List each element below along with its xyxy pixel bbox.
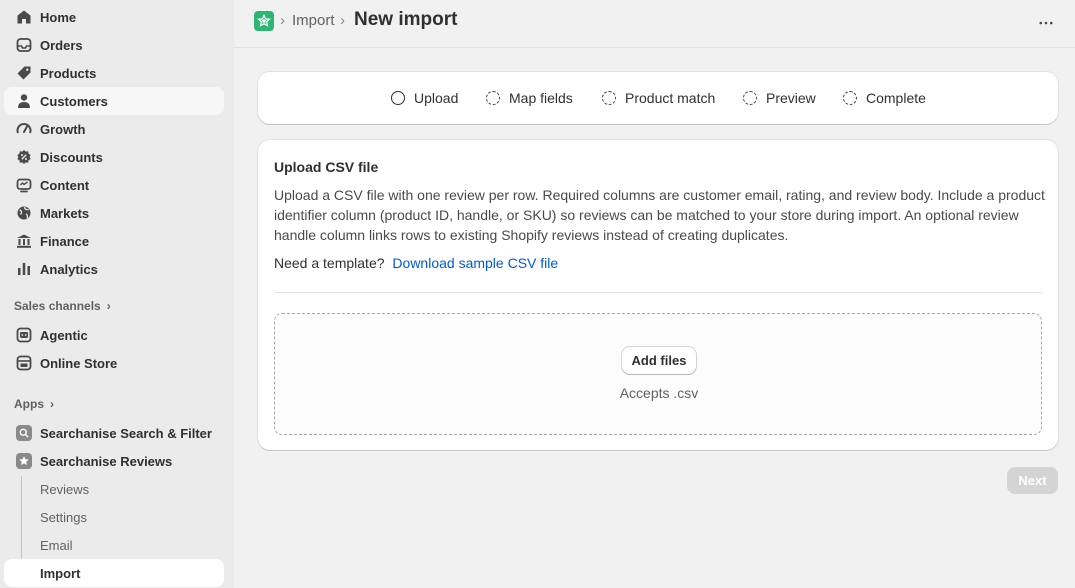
sidebar-subitem-label: Settings	[40, 509, 87, 525]
sidebar-item-searchanise-search[interactable]: Searchanise Search & Filter	[4, 419, 224, 447]
orders-icon	[14, 35, 34, 55]
sidebar-item-label: Orders	[40, 37, 83, 53]
step-pending-icon	[843, 91, 857, 105]
ellipsis-icon	[1039, 21, 1053, 25]
step-pending-icon	[743, 91, 757, 105]
sidebar-item-products[interactable]: Products	[4, 59, 224, 87]
sidebar-item-searchanise-reviews[interactable]: Searchanise Reviews	[4, 447, 224, 475]
agentic-icon	[14, 325, 34, 345]
globe-icon	[14, 203, 34, 223]
step-label: Upload	[414, 90, 459, 106]
template-row: Need a template? Download sample CSV fil…	[274, 255, 558, 271]
sidebar-item-customers[interactable]: Customers	[4, 87, 224, 115]
upload-csv-card: Upload CSV file Upload a CSV file with o…	[258, 140, 1058, 450]
apps-label: Apps	[14, 397, 44, 411]
sidebar-item-markets[interactable]: Markets	[4, 199, 224, 227]
step-preview: Preview	[743, 90, 816, 106]
sidebar-item-home[interactable]: Home	[4, 3, 224, 31]
gauge-icon	[14, 119, 34, 139]
sidebar-item-label: Markets	[40, 205, 90, 221]
sidebar-item-label: Analytics	[40, 261, 98, 277]
divider	[274, 292, 1042, 293]
step-product-match: Product match	[602, 90, 715, 106]
store-icon	[14, 353, 34, 373]
add-files-button[interactable]: Add files	[622, 347, 696, 374]
sidebar-item-label: Content	[40, 177, 90, 193]
sidebar-item-finance[interactable]: Finance	[4, 227, 224, 255]
search-app-icon	[14, 423, 34, 443]
app-logo-icon[interactable]	[254, 11, 274, 31]
step-current-icon	[391, 91, 405, 105]
import-stepper: Upload Map fields Product match Preview …	[258, 72, 1058, 124]
sidebar-item-analytics[interactable]: Analytics	[4, 255, 224, 283]
sidebar-item-label: Searchanise Search & Filter	[40, 425, 212, 441]
sidebar-item-label: Customers	[40, 93, 108, 109]
sidebar-item-label: Home	[40, 9, 77, 25]
step-complete: Complete	[843, 90, 926, 106]
chevron-right-icon: ›	[106, 299, 111, 313]
sidebar-subitem-settings[interactable]: Settings	[4, 503, 224, 531]
step-upload: Upload	[391, 90, 458, 106]
sidebar-item-online-store[interactable]: Online Store	[4, 349, 224, 377]
step-pending-icon	[602, 91, 616, 105]
sidebar-item-content[interactable]: Content	[4, 171, 224, 199]
person-icon	[14, 91, 34, 111]
sidebar-subitem-import[interactable]: Import	[4, 559, 224, 587]
template-prompt: Need a template?	[274, 255, 385, 271]
sidebar-item-label: Online Store	[40, 355, 118, 371]
bar-chart-icon	[14, 259, 34, 279]
reviews-app-icon	[14, 451, 34, 471]
breadcrumb-separator-icon: ›	[340, 12, 345, 29]
sidebar-item-discounts[interactable]: Discounts	[4, 143, 224, 171]
breadcrumb-import[interactable]: Import	[292, 12, 335, 29]
page-title: New import	[354, 9, 458, 30]
download-sample-link[interactable]: Download sample CSV file	[392, 255, 558, 271]
accepted-types-hint: Accepts .csv	[619, 385, 699, 401]
apps-header[interactable]: Apps ›	[14, 397, 54, 411]
step-pending-icon	[486, 91, 500, 105]
discount-icon	[14, 147, 34, 167]
sidebar-subitem-label: Reviews	[40, 481, 90, 497]
sidebar-subitem-label: Email	[40, 537, 73, 553]
content-icon	[14, 175, 34, 195]
tag-icon	[14, 63, 34, 83]
breadcrumb-separator-icon: ›	[280, 12, 285, 29]
step-label: Map fields	[509, 90, 573, 106]
chevron-right-icon: ›	[50, 397, 54, 411]
home-icon	[14, 7, 34, 27]
sidebar-item-orders[interactable]: Orders	[4, 31, 224, 59]
step-label: Complete	[866, 90, 926, 106]
sidebar-subitem-reviews[interactable]: Reviews	[4, 475, 224, 503]
sidebar: Home Orders Products Customers Growth Di…	[0, 0, 234, 588]
sales-channels-header[interactable]: Sales channels ›	[14, 299, 111, 313]
sidebar-subitem-email[interactable]: Email	[4, 531, 224, 559]
more-actions-button[interactable]	[1035, 13, 1057, 33]
sidebar-item-label: Searchanise Reviews	[40, 453, 173, 469]
sidebar-item-label: Finance	[40, 233, 90, 249]
sales-channels-label: Sales channels	[14, 299, 101, 313]
step-label: Preview	[766, 90, 816, 106]
sidebar-item-label: Growth	[40, 121, 86, 137]
file-dropzone[interactable]: Add files Accepts .csv	[274, 313, 1042, 435]
sidebar-item-label: Agentic	[40, 327, 88, 343]
page-header: › Import › New import	[234, 0, 1075, 48]
sidebar-subitem-label: Import	[40, 565, 81, 581]
sidebar-item-label: Discounts	[40, 149, 103, 165]
card-description: Upload a CSV file with one review per ro…	[274, 187, 1045, 243]
step-map-fields: Map fields	[486, 90, 573, 106]
bank-icon	[14, 231, 34, 251]
card-title: Upload CSV file	[274, 159, 379, 175]
step-label: Product match	[625, 90, 716, 106]
sidebar-item-growth[interactable]: Growth	[4, 115, 224, 143]
sidebar-item-label: Products	[40, 65, 97, 81]
next-button[interactable]: Next	[1007, 467, 1058, 494]
sidebar-item-agentic[interactable]: Agentic	[4, 321, 224, 349]
